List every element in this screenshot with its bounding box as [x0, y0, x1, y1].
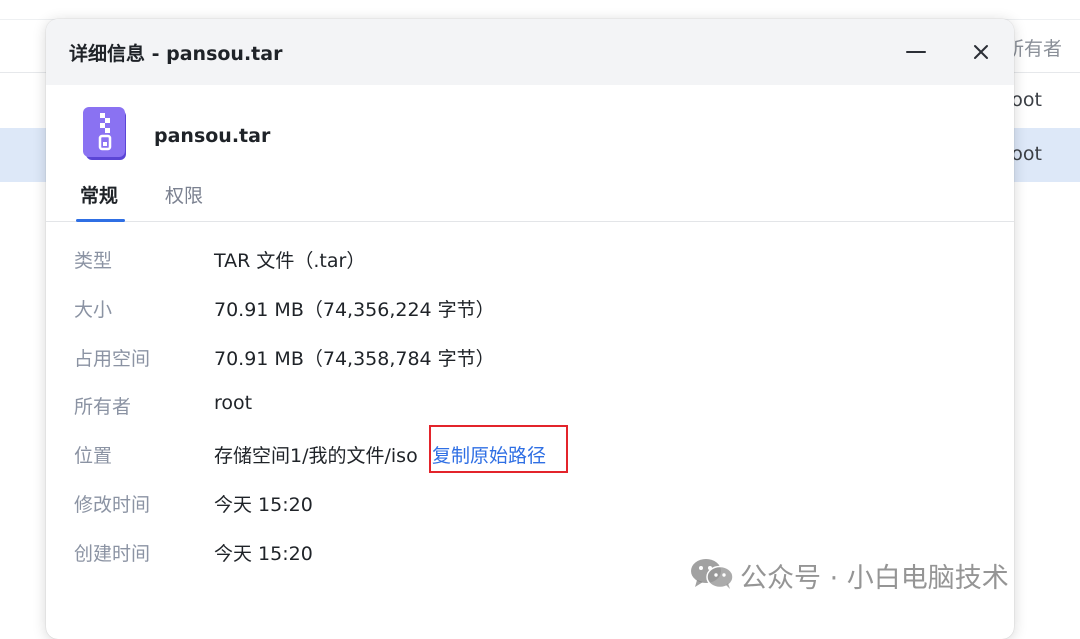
minimize-icon — [906, 51, 926, 53]
property-type: 类型 TAR 文件（.tar） — [74, 243, 974, 273]
property-location: 位置 存储空间1/我的文件/iso 复制原始路径 — [74, 425, 974, 473]
details-dialog: 详细信息 - pansou.tar pansou.tar 常规 权限 类型 TA… — [46, 19, 1014, 639]
tab-general[interactable]: 常规 — [80, 181, 118, 208]
property-disk-usage: 占用空间 70.91 MB（74,358,784 字节） — [74, 341, 974, 371]
property-value: 存储空间1/我的文件/iso — [214, 445, 418, 467]
wechat-logo — [691, 559, 734, 589]
property-label: 创建时间 — [74, 543, 151, 565]
archive-file-icon — [83, 107, 126, 160]
property-size: 大小 70.91 MB（74,356,224 字节） — [74, 292, 974, 322]
property-value: 70.91 MB（74,358,784 字节） — [214, 348, 495, 370]
property-value: TAR 文件（.tar） — [214, 250, 366, 272]
dialog-title: 详细信息 - pansou.tar — [69, 43, 283, 65]
property-label: 所有者 — [74, 396, 132, 418]
property-modified-time: 修改时间 今天 15:20 — [74, 487, 974, 517]
property-label: 类型 — [74, 250, 113, 272]
highlight-annotation-box — [429, 425, 568, 473]
tab-permissions[interactable]: 权限 — [165, 181, 203, 208]
property-value: 今天 15:20 — [214, 494, 313, 516]
close-button[interactable] — [964, 35, 998, 69]
active-tab-indicator — [76, 219, 125, 222]
minimize-button[interactable] — [899, 35, 933, 69]
property-label: 修改时间 — [74, 494, 151, 516]
property-value: 今天 15:20 — [214, 543, 313, 565]
property-label: 大小 — [74, 299, 113, 321]
property-owner: 所有者 root — [74, 389, 974, 419]
watermark-text: 公众号 · 小白电脑技术 — [740, 563, 1009, 594]
property-label: 位置 — [74, 445, 113, 467]
file-name: pansou.tar — [154, 125, 271, 147]
tab-bar: 常规 权限 — [46, 177, 1014, 222]
close-icon — [974, 45, 988, 59]
property-label: 占用空间 — [74, 348, 151, 370]
dialog-titlebar[interactable]: 详细信息 - pansou.tar — [46, 19, 1014, 85]
property-value: root — [214, 392, 253, 414]
property-value: 70.91 MB（74,356,224 字节） — [214, 299, 495, 321]
